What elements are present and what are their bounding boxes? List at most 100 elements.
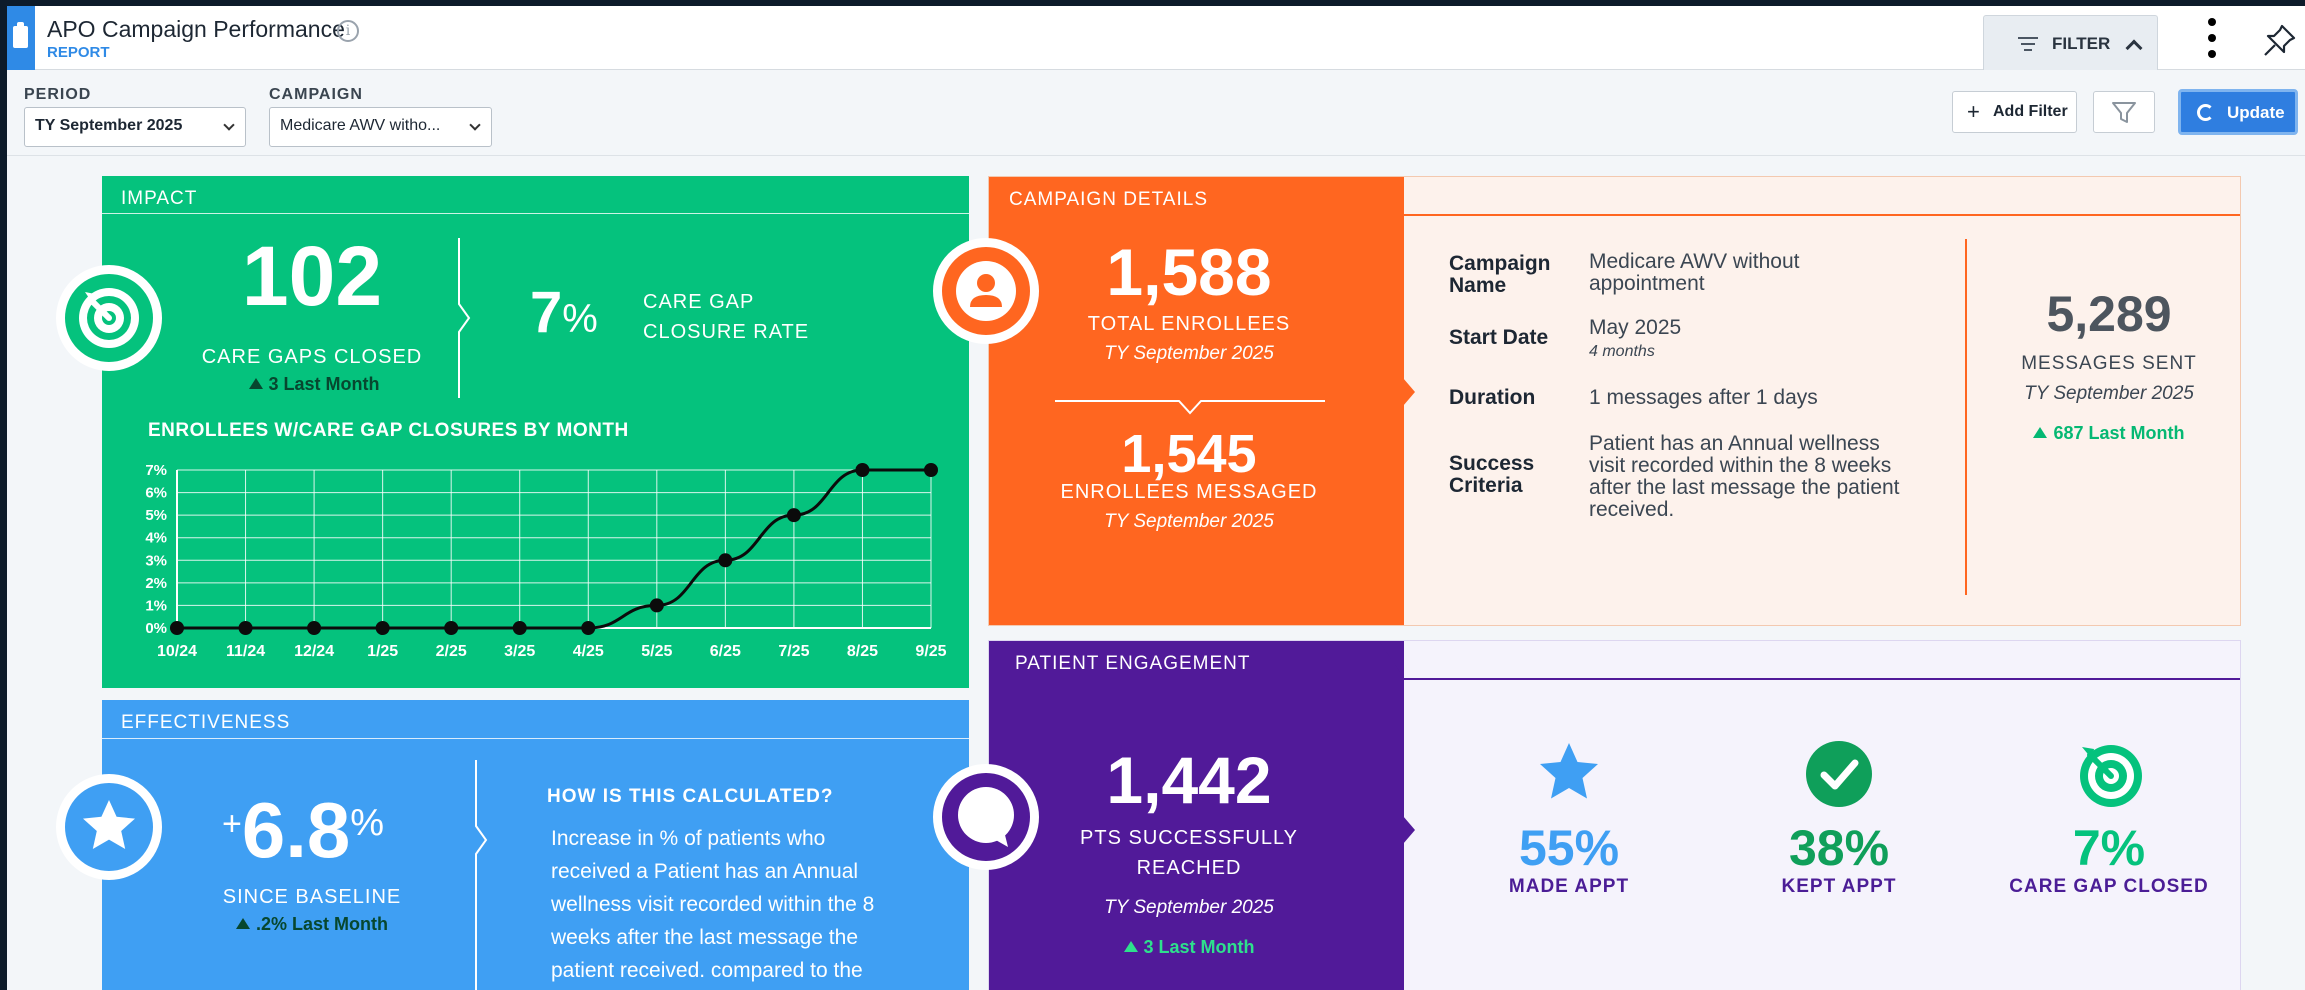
start-date-label: Start Date: [1449, 326, 1549, 349]
effectiveness-title: EFFECTIVENESS: [121, 712, 291, 733]
funnel-icon: [2112, 102, 2136, 123]
reached-value: 1,442: [1106, 743, 1272, 817]
divider-arrow: [475, 760, 488, 990]
x-tick-label: 9/25: [915, 643, 946, 660]
user-icon: [956, 261, 1016, 321]
y-tick-label: 0%: [145, 620, 167, 637]
reached-period: TY September 2025: [1104, 897, 1274, 918]
target-icon: [79, 288, 139, 348]
data-point: [375, 621, 390, 635]
effectiveness-change: .2% Last Month: [212, 914, 412, 935]
messages-sent-label: MESSAGES SENT: [2021, 353, 2197, 374]
star-icon: [1540, 743, 1598, 799]
duration-value: 1 messages after 1 days: [1589, 386, 1818, 409]
effectiveness-panel: EFFECTIVENESS +6.8% SINCE BASELINE .2% L…: [102, 700, 969, 990]
effectiveness-value: +6.8%: [222, 784, 384, 869]
plus-icon: +: [1967, 99, 1980, 124]
how-line: wellness visit recorded within the 8: [551, 893, 875, 916]
x-tick-label: 6/25: [710, 643, 741, 660]
filter-toggle-tab[interactable]: FILTER: [1983, 15, 2158, 71]
y-tick-label: 6%: [145, 485, 167, 502]
made-appt-metric: 55% MADE APPT: [1429, 739, 1709, 898]
campaign-select-value: Medicare AWV witho...: [280, 117, 441, 134]
data-point: [170, 621, 184, 635]
campaign-details-panel: CAMPAIGN DETAILS 1,588 TOTAL ENROLLEES T…: [988, 176, 2241, 626]
how-line: weeks after the last message the: [551, 926, 858, 949]
kept-appt-label: KEPT APPT: [1781, 876, 1897, 897]
reached-change-text: 3 Last Month: [1143, 937, 1255, 957]
divider: [102, 213, 969, 214]
campaign-title: CAMPAIGN DETAILS: [1009, 189, 1208, 210]
duration-label: Duration: [1449, 386, 1536, 409]
how-line: received a Patient has an Annual: [551, 860, 859, 883]
chevron-down-icon: [223, 119, 235, 131]
campaign-label: CAMPAIGN: [269, 86, 363, 103]
refresh-icon: [2197, 104, 2214, 121]
start-date-sub: 4 months: [1589, 343, 1655, 360]
chevron-up-icon: [2125, 39, 2143, 57]
y-tick-label: 7%: [145, 462, 167, 479]
y-tick-label: 3%: [145, 552, 167, 569]
campaign-select[interactable]: Medicare AWV witho...: [269, 107, 492, 147]
tab-slant: [1369, 641, 1404, 678]
report-icon: [7, 6, 35, 70]
info-icon[interactable]: i: [337, 20, 359, 42]
value-line: appointment: [1589, 272, 1705, 295]
page-subtitle: REPORT: [47, 44, 110, 61]
more-options-icon[interactable]: [2206, 18, 2218, 58]
closure-rate-label-line: CARE GAP: [643, 291, 755, 313]
closure-rate-unit: %: [562, 297, 598, 341]
engagement-badge: [933, 764, 1039, 870]
divider-arrow: [458, 238, 471, 398]
campaign-name-label: Campaign Name: [1449, 253, 1551, 297]
chevron-down-icon: [469, 119, 481, 131]
impact-badge: [56, 265, 162, 371]
label-line: Success: [1449, 452, 1535, 475]
divider-arrow: [1055, 400, 1325, 415]
kept-appt-value: 38%: [1788, 820, 1890, 876]
effectiveness-sign: +: [222, 805, 242, 843]
enrollees-messaged-label: ENROLLEES MESSAGED: [1060, 481, 1318, 503]
label-line: Criteria: [1449, 474, 1523, 497]
y-tick-label: 5%: [145, 507, 167, 524]
star-icon: [83, 800, 135, 849]
add-filter-button[interactable]: + Add Filter: [1952, 91, 2077, 133]
campaign-badge: [933, 238, 1039, 344]
value-line: Patient has an Annual wellness: [1589, 432, 1880, 455]
divider: [102, 738, 969, 739]
messages-sent-value: 5,289: [2046, 286, 2172, 342]
period-select[interactable]: TY September 2025: [24, 107, 246, 147]
care-gap-closed-metric: 7% CARE GAP CLOSED: [1979, 739, 2239, 898]
how-calculated-text: Increase in % of patients who received a…: [551, 822, 874, 987]
chat-bubble-icon: [958, 787, 1014, 847]
filter-tab-label: FILTER: [2052, 34, 2111, 53]
campaign-name-value: Medicare AWV without appointment: [1589, 251, 1799, 295]
pin-icon[interactable]: [2262, 22, 2298, 58]
made-appt-label: MADE APPT: [1508, 876, 1630, 897]
arrow-up-icon: [248, 378, 263, 389]
total-enrollees-period: TY September 2025: [1104, 343, 1274, 364]
y-tick-label: 4%: [145, 530, 167, 547]
effectiveness-label: SINCE BASELINE: [222, 886, 402, 908]
messages-sent-period: TY September 2025: [2024, 383, 2194, 404]
enrollees-messaged-value: 1,545: [1121, 424, 1257, 484]
arrow-up-icon: [1123, 941, 1138, 952]
update-label: Update: [2227, 103, 2285, 122]
period-select-value: TY September 2025: [35, 117, 183, 134]
x-tick-label: 7/25: [778, 643, 809, 660]
filter-bar: PERIOD TY September 2025 CAMPAIGN Medica…: [7, 70, 2305, 156]
impact-panel: IMPACT 102 CARE GAPS CLOSED 3 Last Month…: [102, 176, 969, 688]
update-button[interactable]: Update: [2178, 89, 2298, 135]
top-bar: APO Campaign Performance i REPORT FILTER: [7, 6, 2305, 71]
label-line: Name: [1449, 274, 1507, 297]
x-tick-label: 2/25: [436, 643, 467, 660]
x-tick-label: 4/25: [573, 643, 604, 660]
series-line: [176, 468, 931, 630]
success-criteria-label: Success Criteria: [1449, 453, 1534, 497]
clear-filter-button[interactable]: [2093, 91, 2155, 133]
x-tick-label: 1/25: [367, 643, 398, 660]
patient-engagement-panel: PATIENT ENGAGEMENT 1,442 PTS SUCCESSFULL…: [988, 640, 2241, 990]
closure-rate-value: 7%: [530, 284, 598, 348]
divider: [1404, 214, 2240, 216]
effectiveness-change-text: .2% Last Month: [255, 914, 388, 934]
